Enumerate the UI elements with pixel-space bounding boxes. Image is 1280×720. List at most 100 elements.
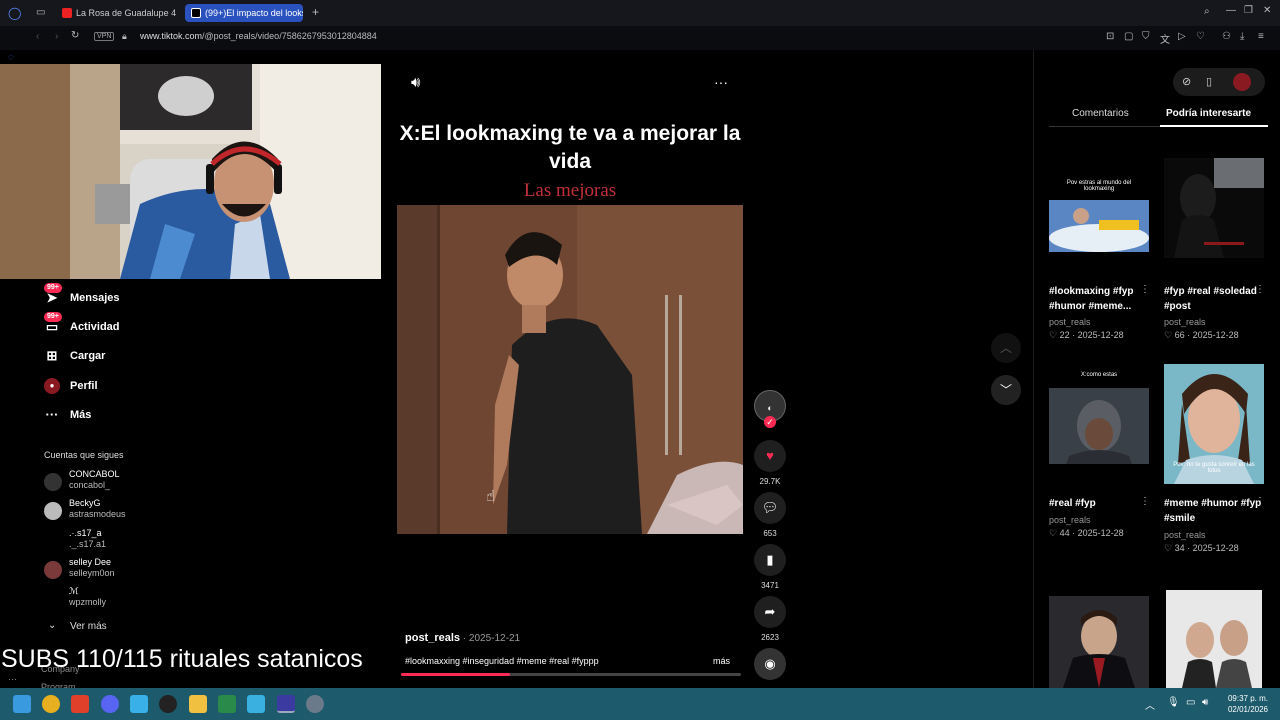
meta-separator: · bbox=[1184, 543, 1193, 553]
microphone-icon[interactable]: 🎙︎ bbox=[1167, 697, 1180, 708]
settings-icon[interactable] bbox=[306, 695, 324, 713]
profile-avatar-icon[interactable] bbox=[1233, 73, 1251, 91]
thumbnail-image bbox=[1049, 596, 1149, 688]
account-name: ℳ bbox=[69, 586, 79, 596]
card-options-icon[interactable]: ⋮ bbox=[1255, 284, 1265, 295]
minimize-icon[interactable]: — bbox=[1226, 5, 1236, 16]
follow-plus-icon[interactable]: ✓ bbox=[764, 416, 776, 428]
opera-logo-icon[interactable]: ◯ bbox=[8, 6, 21, 20]
url-field[interactable]: www.tiktok.com/@post_reals/video/7586267… bbox=[140, 31, 377, 41]
close-icon[interactable]: ✕ bbox=[1263, 5, 1271, 16]
video-title-text: X:El lookmaxing te va a mejorar la vida bbox=[399, 122, 741, 173]
account-handle: wpzmolly bbox=[69, 597, 107, 607]
progress-fill bbox=[401, 673, 510, 676]
notification-badge: 99+ bbox=[44, 312, 62, 322]
suggested-video-thumb[interactable] bbox=[1164, 158, 1264, 258]
lock-icon[interactable]: 🔒︎ bbox=[122, 31, 127, 42]
suggested-video-title[interactable]: #meme #humor #fyp #smile bbox=[1164, 496, 1264, 526]
shield-icon[interactable]: ⛉ bbox=[1142, 31, 1150, 42]
tray-chevron-icon[interactable]: ︿ bbox=[1145, 697, 1155, 712]
account-handle: astrasmodeus bbox=[69, 509, 126, 519]
save-button[interactable]: ▮ bbox=[754, 544, 786, 576]
player-icon[interactable]: ▷ bbox=[1178, 31, 1186, 42]
sidebar-more-icon[interactable]: ··· bbox=[8, 674, 17, 684]
bookmark-page-icon[interactable]: ⊡ bbox=[1106, 31, 1114, 42]
editor-app-icon[interactable] bbox=[247, 695, 265, 713]
account-name: .·.s17_a bbox=[69, 528, 102, 538]
caption-more-button[interactable]: más bbox=[713, 656, 730, 666]
progress-bar[interactable] bbox=[401, 673, 741, 676]
card-options-icon[interactable]: ⋮ bbox=[1140, 284, 1150, 295]
file-explorer-icon[interactable] bbox=[189, 695, 207, 713]
suggested-video-thumb[interactable]: X:como estas bbox=[1049, 364, 1149, 464]
avatar bbox=[44, 532, 62, 550]
thumbnail-caption: Pov estras al mundo del lookmaxing bbox=[1066, 180, 1132, 192]
suggested-video-user[interactable]: post_reals bbox=[1049, 317, 1091, 327]
url-path: /@post_reals/video/7586267953012804884 bbox=[202, 31, 377, 41]
meta-separator: · bbox=[1069, 330, 1078, 340]
search-icon[interactable]: ⌕ bbox=[1204, 6, 1210, 17]
card-options-icon[interactable]: ⋮ bbox=[1255, 496, 1265, 507]
thumbnail-image bbox=[1164, 158, 1264, 258]
suggested-video-thumb[interactable]: Pov: no te gusta sonreír en las fotos bbox=[1164, 364, 1264, 484]
account-handle: ._.s17.a1 bbox=[69, 539, 107, 549]
speaker-icon[interactable]: 🔊︎ bbox=[1202, 697, 1208, 708]
new-tab-button[interactable]: + bbox=[312, 5, 319, 19]
taskbar-clock[interactable]: 09:37 p. m. 02/01/2026 bbox=[1228, 693, 1268, 715]
video-caption[interactable]: #lookmaxxing #inseguridad #meme #real #f… bbox=[405, 656, 599, 666]
video-frame[interactable] bbox=[397, 205, 743, 534]
obs-icon[interactable] bbox=[159, 695, 177, 713]
previous-video-button[interactable]: ︿ bbox=[991, 333, 1021, 363]
store-icon[interactable] bbox=[130, 695, 148, 713]
heart-icon[interactable]: ♡ bbox=[1196, 31, 1205, 42]
forward-icon[interactable]: › bbox=[55, 31, 58, 42]
tab-podria-interesarte[interactable]: Podría interesarte bbox=[1166, 108, 1251, 119]
compass-icon[interactable]: ⊘ bbox=[1182, 75, 1191, 88]
webcam-overlay bbox=[0, 64, 381, 279]
vpn-badge[interactable]: VPN bbox=[94, 32, 115, 41]
brave-icon[interactable] bbox=[71, 695, 89, 713]
account-icon[interactable]: ⚇ bbox=[1222, 31, 1231, 42]
volume-icon[interactable]: 🔊︎ bbox=[411, 74, 420, 91]
snapshot-icon[interactable]: ▢ bbox=[1124, 31, 1133, 42]
post-date: 2025-12-28 bbox=[1077, 330, 1124, 340]
windows-start-icon[interactable] bbox=[13, 695, 31, 713]
bookmark-icon: ▮ bbox=[766, 552, 774, 567]
author-name[interactable]: post_reals bbox=[405, 632, 460, 644]
post-date: 2025-12-28 bbox=[1077, 528, 1124, 538]
menu-icon[interactable]: ≡ bbox=[1258, 31, 1264, 42]
restore-icon[interactable]: ❐ bbox=[1244, 5, 1253, 16]
suggested-video-title[interactable]: #fyp #real #soledad #post bbox=[1164, 284, 1264, 314]
thumbnail-caption: Pov: no te gusta sonreír en las fotos bbox=[1173, 462, 1255, 474]
suggested-video-user[interactable]: post_reals bbox=[1164, 317, 1206, 327]
like-button[interactable]: ♥ bbox=[754, 440, 786, 472]
network-icon[interactable]: ▭ bbox=[1186, 697, 1195, 708]
tab-tiktok[interactable]: (99+)El impacto del looksm bbox=[185, 4, 303, 22]
download-icon[interactable]: ⤓ bbox=[1240, 31, 1244, 42]
share-button[interactable]: ➦ bbox=[754, 596, 786, 628]
coin-app-icon[interactable] bbox=[42, 695, 60, 713]
translate-icon[interactable]: 文 bbox=[1160, 31, 1170, 46]
suggested-video-user[interactable]: post_reals bbox=[1164, 530, 1206, 540]
sidebar-toggle-icon[interactable]: ◌ bbox=[8, 52, 14, 63]
suggested-video-title[interactable]: #real #fyp bbox=[1049, 496, 1149, 511]
tab-rosa-guadalupe[interactable]: La Rosa de Guadalupe 4/4 bbox=[56, 4, 176, 22]
discord-icon[interactable] bbox=[101, 695, 119, 713]
comment-button[interactable]: 💬︎ bbox=[754, 492, 786, 524]
suggested-video-title[interactable]: #lookmaxing #fyp #humor #meme... bbox=[1049, 284, 1149, 314]
reload-icon[interactable]: ↻ bbox=[71, 30, 79, 41]
more-options-icon[interactable]: ··· bbox=[714, 74, 728, 90]
tab-overview-icon[interactable]: ▭ bbox=[36, 7, 45, 18]
music-disc[interactable]: ◉ bbox=[754, 648, 786, 680]
mobile-icon[interactable]: ▯ bbox=[1206, 75, 1212, 88]
game-controller-icon[interactable] bbox=[218, 695, 236, 713]
suggested-video-thumb[interactable] bbox=[1049, 596, 1149, 688]
opera-taskbar-icon[interactable] bbox=[277, 695, 295, 713]
card-options-icon[interactable]: ⋮ bbox=[1140, 496, 1150, 507]
back-icon[interactable]: ‹ bbox=[36, 31, 39, 42]
tab-comentarios[interactable]: Comentarios bbox=[1072, 108, 1129, 119]
suggested-video-thumb[interactable] bbox=[1166, 590, 1262, 688]
suggested-video-user[interactable]: post_reals bbox=[1049, 515, 1091, 525]
next-video-button[interactable]: ﹀ bbox=[991, 375, 1021, 405]
suggested-video-thumb[interactable]: Pov estras al mundo del lookmaxing bbox=[1049, 158, 1149, 258]
